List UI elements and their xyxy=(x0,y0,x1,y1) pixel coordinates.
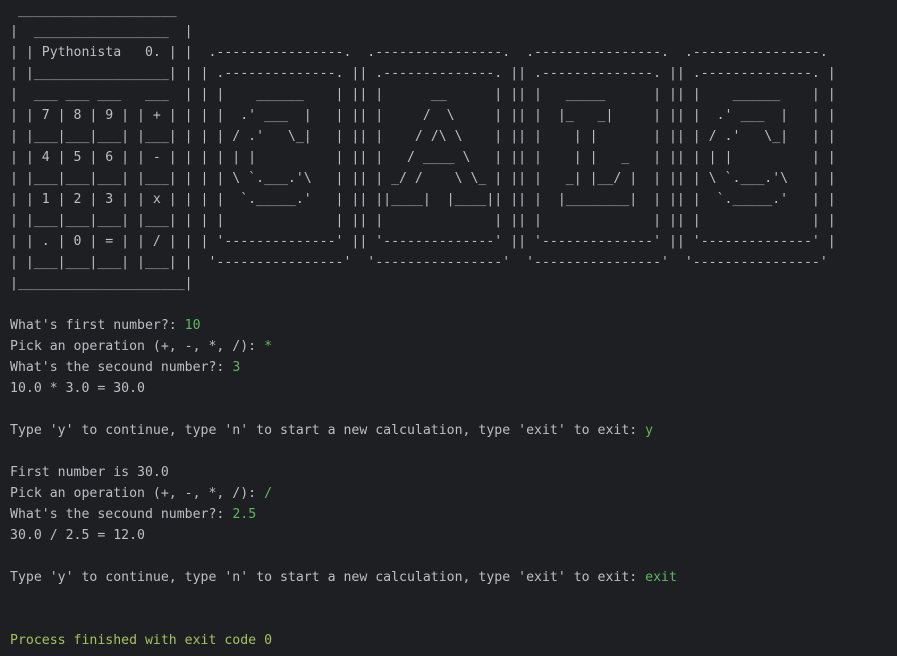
ascii-art-line: | |___|___|___| |___| | '---------------… xyxy=(10,255,828,270)
user-input: exit xyxy=(645,570,677,585)
prompt-text: Pick an operation (+, -, *, /): xyxy=(10,339,265,354)
ascii-art-line: | | 4 | 5 | 6 | | - | | | | | | | || | /… xyxy=(10,150,836,165)
ascii-art-line: | |_________________| | | .-------------… xyxy=(10,66,836,81)
ascii-art-line: | | Pythonista 0. | | .----------------.… xyxy=(10,45,828,60)
user-input: 3 xyxy=(232,360,241,375)
output-line: Pick an operation (+, -, *, /): * xyxy=(10,336,897,357)
result-line: 30.0 / 2.5 = 12.0 xyxy=(10,528,145,543)
output-line: What's first number?: 10 xyxy=(10,315,897,336)
user-input: 10 xyxy=(184,318,201,333)
result-line: 10.0 * 3.0 = 30.0 xyxy=(10,381,145,396)
process-finished-message: Process finished with exit code 0 xyxy=(10,633,273,648)
user-input: 2.5 xyxy=(232,507,257,522)
output-line: Pick an operation (+, -, *, /): / xyxy=(10,483,897,504)
output-line: First number is 30.0 xyxy=(10,465,169,480)
prompt-text: Type 'y' to continue, type 'n' to start … xyxy=(10,570,646,585)
ascii-art-banner: ____________________ | _________________… xyxy=(10,0,897,294)
ascii-art-line: | |___|___|___| |___| | | | | || | | || … xyxy=(10,213,836,228)
prompt-text: Type 'y' to continue, type 'n' to start … xyxy=(10,423,646,438)
user-input: * xyxy=(264,339,273,354)
user-input: / xyxy=(264,486,273,501)
ascii-art-line: | _________________ | xyxy=(10,24,193,39)
ascii-art-line: | | 7 | 8 | 9 | | + | | | | .' ___ | | |… xyxy=(10,108,836,123)
ascii-art-line: ____________________ xyxy=(10,3,177,18)
prompt-text: What's first number?: xyxy=(10,318,185,333)
ascii-art-line: | |___|___|___| |___| | | | / .' \_| | |… xyxy=(10,129,836,144)
output-line: What's the secound number?: 3 xyxy=(10,357,897,378)
ascii-art-line: | ___ ___ ___ ___ | | | ______ | || | __… xyxy=(10,87,836,102)
output-line: What's the secound number?: 2.5 xyxy=(10,504,897,525)
output-line: Type 'y' to continue, type 'n' to start … xyxy=(10,420,897,441)
prompt-text: What's the secound number?: xyxy=(10,360,233,375)
ascii-art-line: | | . | 0 | = | | / | | | '-------------… xyxy=(10,234,836,249)
ascii-art-line: |_____________________| xyxy=(10,276,193,291)
output-line: Type 'y' to continue, type 'n' to start … xyxy=(10,567,897,588)
session-output: What's first number?: 10 Pick an operati… xyxy=(10,294,897,651)
run-console-output[interactable]: ____________________ | _________________… xyxy=(0,0,897,656)
prompt-text: What's the secound number?: xyxy=(10,507,233,522)
prompt-text: Pick an operation (+, -, *, /): xyxy=(10,486,265,501)
user-input: y xyxy=(645,423,654,438)
ascii-art-line: | | 1 | 2 | 3 | | x | | | | `._____.' | … xyxy=(10,192,836,207)
ascii-art-line: | |___|___|___| |___| | | | \ `.___.'\ |… xyxy=(10,171,836,186)
